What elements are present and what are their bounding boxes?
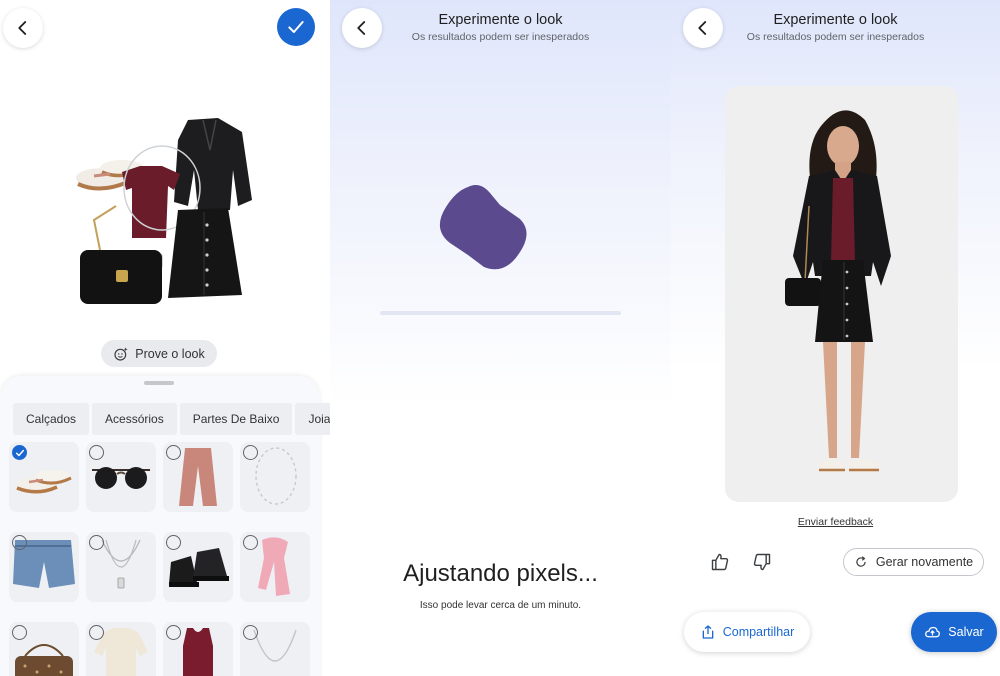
loading-screen: Experimente o look Os resultados podem s…: [330, 0, 671, 676]
save-label: Salvar: [948, 625, 984, 639]
item-checkbox[interactable]: [243, 625, 258, 640]
item-picker-sheet: Calçados Acessórios Partes De Baixo Joia…: [0, 376, 330, 676]
item-checkbox[interactable]: [243, 445, 258, 460]
checkmark-icon: [15, 449, 24, 456]
chevron-left-icon: [18, 21, 27, 35]
loading-submessage: Isso pode levar cerca de um minuto.: [419, 600, 582, 611]
item-card-necklace[interactable]: [240, 442, 310, 512]
sheet-drag-handle[interactable]: [144, 381, 174, 385]
outfit-collage-image: [76, 118, 252, 304]
refresh-icon: [856, 556, 866, 567]
result-screen: Experimente o look Os resultados podem s…: [671, 0, 1000, 676]
generated-look-image: [725, 86, 958, 502]
item-card-sweater[interactable]: [86, 622, 156, 676]
send-feedback-link[interactable]: Enviar feedback: [671, 516, 1000, 528]
thumbs-down-icon: [753, 553, 771, 571]
person-wearing-outfit-image: [725, 86, 958, 502]
item-checkbox[interactable]: [12, 625, 27, 640]
item-checkbox[interactable]: [89, 445, 104, 460]
face-sparkle-icon: [114, 346, 128, 361]
item-card-sneakers[interactable]: [9, 442, 79, 512]
item-grid: [9, 442, 319, 676]
tab-joias[interactable]: Joias: [295, 403, 330, 435]
item-selected-checkbox[interactable]: [12, 445, 27, 460]
item-card-chain-necklace[interactable]: [240, 622, 310, 676]
item-checkbox[interactable]: [243, 535, 258, 550]
share-label: Compartilhar: [722, 625, 795, 639]
item-checkbox[interactable]: [12, 535, 27, 550]
confirm-button[interactable]: [277, 8, 315, 46]
loading-logo-icon: [439, 185, 527, 270]
back-button[interactable]: [3, 8, 43, 48]
item-card-denim-shorts[interactable]: [9, 532, 79, 602]
page-title: Experimente o look: [438, 12, 563, 28]
outfit-selector-screen: Prove o look Calçados Acessórios Partes …: [0, 0, 330, 676]
tab-partes-de-baixo[interactable]: Partes De Baixo: [179, 403, 293, 435]
thumbs-down-button[interactable]: [748, 548, 776, 576]
page-title: Experimente o look: [773, 12, 898, 28]
try-look-button[interactable]: Prove o look: [101, 340, 217, 367]
item-card-boots[interactable]: [163, 532, 233, 602]
item-card-tank-top[interactable]: [163, 622, 233, 676]
item-card-sunglasses[interactable]: [86, 442, 156, 512]
save-button[interactable]: Salvar: [911, 612, 997, 652]
item-card-scarf[interactable]: [240, 532, 310, 602]
item-checkbox[interactable]: [166, 625, 181, 640]
tab-calcados[interactable]: Calçados: [13, 403, 90, 435]
tab-acessorios[interactable]: Acessórios: [92, 403, 177, 435]
item-checkbox[interactable]: [89, 535, 104, 550]
regenerate-label: Gerar novamente: [875, 555, 974, 569]
category-tabs: Calçados Acessórios Partes De Baixo Joia…: [13, 403, 330, 435]
loading-progress-bar: [380, 311, 621, 315]
item-card-pants[interactable]: [163, 442, 233, 512]
item-card-handbag[interactable]: [9, 622, 79, 676]
share-icon: [702, 625, 714, 639]
item-checkbox[interactable]: [166, 535, 181, 550]
page-subtitle: Os resultados podem ser inesperados: [746, 31, 925, 43]
thumbs-up-icon: [711, 553, 729, 571]
try-look-label: Prove o look: [135, 346, 205, 361]
item-card-pendant-necklace[interactable]: [86, 532, 156, 602]
item-checkbox[interactable]: [166, 445, 181, 460]
regenerate-button[interactable]: Gerar novamente: [843, 548, 984, 576]
thumbs-up-button[interactable]: [706, 548, 734, 576]
page-subtitle: Os resultados podem ser inesperados: [411, 31, 590, 43]
checkmark-icon: [288, 21, 304, 33]
cloud-save-icon: [925, 626, 941, 637]
loading-message: Ajustando pixels...: [403, 560, 598, 587]
item-checkbox[interactable]: [89, 625, 104, 640]
share-button[interactable]: Compartilhar: [684, 612, 810, 652]
